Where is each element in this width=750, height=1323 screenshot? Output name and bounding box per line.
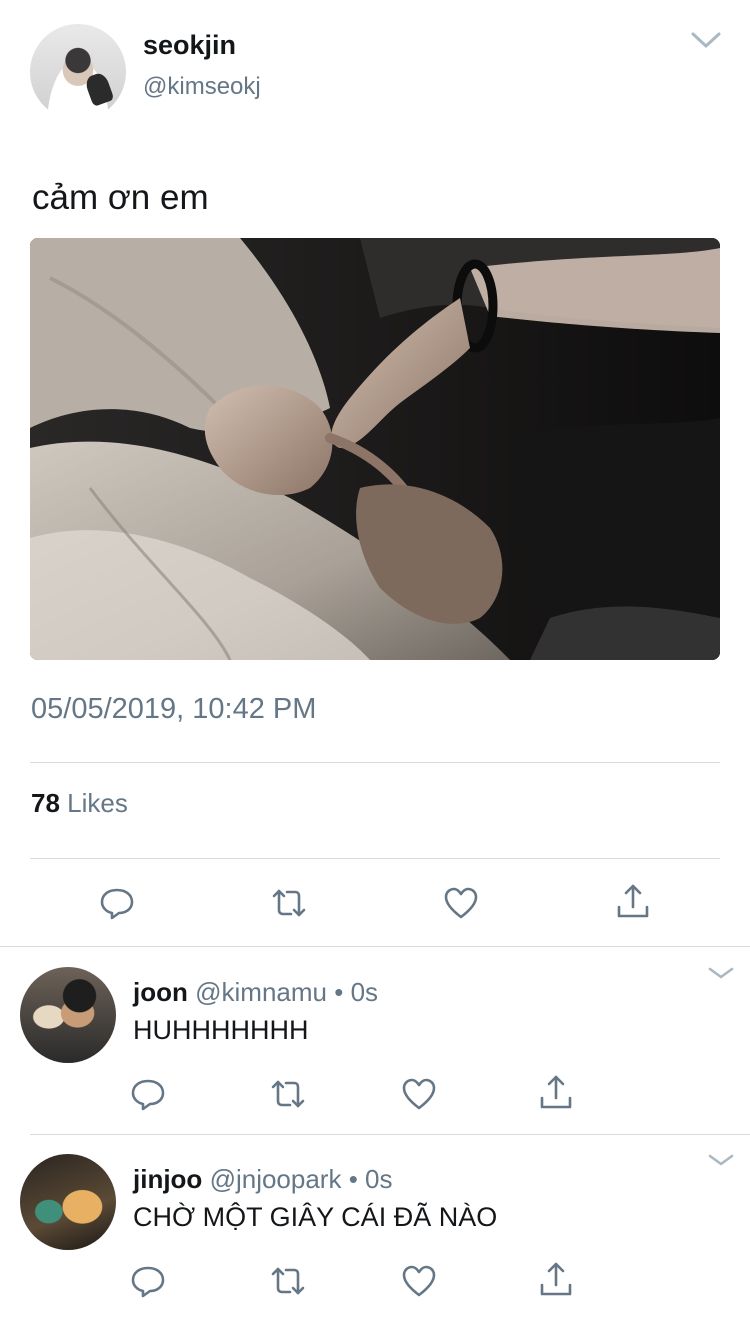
divider	[30, 762, 720, 763]
share-icon[interactable]	[538, 1074, 574, 1110]
reply-time[interactable]: 0s	[365, 1164, 392, 1194]
like-icon[interactable]	[401, 1076, 437, 1112]
chevron-down-icon[interactable]	[708, 966, 734, 980]
reply-header: joon @kimnamu • 0s	[133, 977, 378, 1008]
reply-icon[interactable]	[130, 1076, 166, 1112]
like-icon[interactable]	[401, 1263, 437, 1299]
reply-text: CHỜ MỘT GIÂY CÁI ĐÃ NÀO	[133, 1202, 498, 1232]
divider	[30, 858, 720, 859]
author-handle[interactable]: @kimseokj	[143, 73, 261, 101]
like-icon[interactable]	[443, 885, 479, 921]
likes-label: Likes	[67, 788, 128, 818]
author-avatar[interactable]	[30, 24, 126, 120]
retweet-icon[interactable]	[271, 885, 307, 921]
reply-time[interactable]: 0s	[351, 977, 378, 1007]
likes-number: 78	[31, 788, 60, 818]
author-display-name[interactable]: seokjin	[143, 30, 236, 61]
share-icon[interactable]	[538, 1261, 574, 1297]
reply-header: jinjoo @jnjoopark • 0s	[133, 1164, 393, 1195]
tweet-timestamp[interactable]: 05/05/2019, 10:42 PM	[31, 693, 316, 726]
chevron-down-icon[interactable]	[708, 1153, 734, 1167]
reply-avatar[interactable]	[20, 1154, 116, 1250]
tweet-photo[interactable]	[30, 238, 720, 660]
reply-icon[interactable]	[130, 1263, 166, 1299]
retweet-icon[interactable]	[270, 1076, 306, 1112]
separator-dot: •	[334, 977, 344, 1007]
reply-author-handle[interactable]: @jnjoopark	[210, 1164, 342, 1194]
divider	[30, 1134, 750, 1135]
divider	[0, 946, 750, 947]
separator-dot: •	[348, 1164, 358, 1194]
reply-author-name[interactable]: jinjoo	[133, 1164, 202, 1194]
reply-author-handle[interactable]: @kimnamu	[195, 977, 327, 1007]
tweet-text: cảm ơn em	[32, 178, 209, 217]
share-icon[interactable]	[615, 883, 651, 919]
reply-icon[interactable]	[99, 885, 135, 921]
chevron-down-icon[interactable]	[691, 31, 721, 49]
retweet-icon[interactable]	[270, 1263, 306, 1299]
reply-text: HUHHHHHHH	[133, 1015, 309, 1045]
reply-avatar[interactable]	[20, 967, 116, 1063]
likes-count[interactable]: 78 Likes	[31, 788, 128, 819]
reply-author-name[interactable]: joon	[133, 977, 188, 1007]
